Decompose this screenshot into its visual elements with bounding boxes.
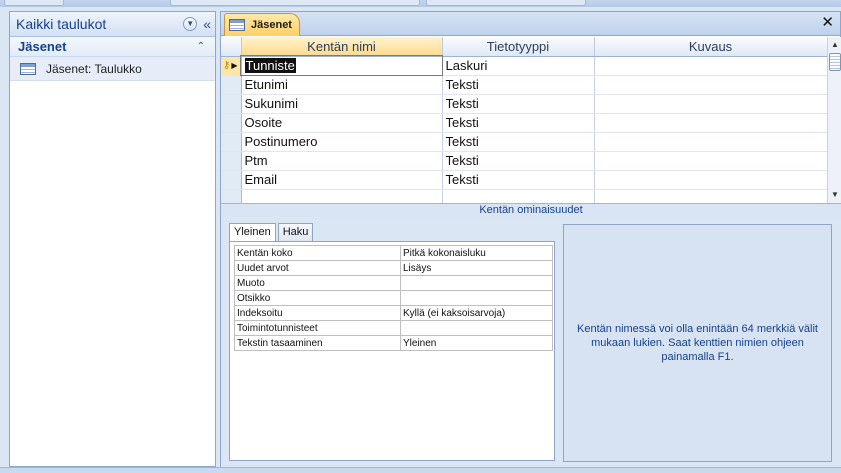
property-help-text: Kentän nimessä voi olla enintään 64 merk… [577,323,818,363]
description-cell[interactable] [594,113,828,133]
description-cell[interactable] [594,56,828,76]
scroll-thumb[interactable] [829,53,841,71]
row-selector[interactable] [221,151,242,171]
document-tab-bar: Jäsenet ✕ [221,12,840,36]
scroll-up-icon[interactable]: ▲ [828,39,841,51]
select-all-corner[interactable] [221,37,242,57]
table-icon [20,62,36,75]
property-row[interactable]: Toimintotunnisteet [234,320,553,336]
field-properties-title: Kentän ominaisuudet [221,203,841,217]
ribbon-fragment [426,0,586,6]
data-type-cell[interactable]: Teksti [442,94,595,114]
field-name-cell[interactable]: Postinumero [241,132,443,152]
double-chevron-left-icon[interactable]: « [203,17,211,31]
nav-group-header[interactable]: Jäsenet ⌃ [10,37,215,57]
field-name-cell[interactable]: Email [241,170,443,190]
description-cell[interactable] [594,151,828,171]
properties-table: Kentän koko Pitkä kokonaisluku Uudet arvo… [234,245,553,351]
grid-vertical-scrollbar[interactable]: ▲ ▼ [827,37,841,203]
document-tab-jasenet[interactable]: Jäsenet [224,13,300,36]
property-label: Indeksoitu [234,305,401,321]
description-cell[interactable] [594,132,828,152]
property-row[interactable]: Indeksoitu Kyllä (ei kaksoisarvoja) [234,305,553,321]
property-value[interactable]: Yleinen [400,335,553,351]
table-row[interactable]: Osoite Teksti [221,113,828,133]
nav-item-jasenet-table[interactable]: Jäsenet: Taulukko [10,57,215,81]
field-design-grid: Kentän nimi Tietotyyppi Kuvaus ⚷ ▶ Tunnis… [221,37,828,209]
property-label: Uudet arvot [234,260,401,276]
table-row[interactable]: Sukunimi Teksti [221,94,828,114]
column-header-field-name[interactable]: Kentän nimi [241,37,443,57]
document-tab-label: Jäsenet [251,19,292,31]
field-name-cell[interactable]: Osoite [241,113,443,133]
key-icon: ⚷ [223,60,231,71]
property-label: Muoto [234,275,401,291]
data-type-cell[interactable]: Laskuri [442,56,595,76]
data-type-cell[interactable]: Teksti [442,75,595,95]
description-cell[interactable] [594,94,828,114]
property-row[interactable]: Otsikko [234,290,553,306]
table-icon [229,19,245,31]
nav-title[interactable]: Kaikki taulukot [16,16,106,32]
nav-header[interactable]: Kaikki taulukot ▼ « [10,12,215,37]
table-row[interactable]: Email Teksti [221,170,828,190]
field-name-cell[interactable]: Etunimi [241,75,443,95]
data-type-cell[interactable]: Teksti [442,170,595,190]
properties-tabs: Yleinen Haku [229,223,314,243]
property-label: Kentän koko [234,245,401,261]
property-help-box: Kentän nimessä voi olla enintään 64 merk… [563,224,832,462]
property-label: Tekstin tasaaminen [234,335,401,351]
property-value[interactable] [400,320,553,336]
description-cell[interactable] [594,170,828,190]
field-name-cell[interactable]: Sukunimi [241,94,443,114]
property-value[interactable] [400,290,553,306]
row-selector[interactable] [221,75,242,95]
property-value[interactable]: Lisäys [400,260,553,276]
property-label: Toimintotunnisteet [234,320,401,336]
property-row[interactable]: Tekstin tasaaminen Yleinen [234,335,553,351]
row-selector[interactable] [221,113,242,133]
scroll-down-icon[interactable]: ▼ [828,189,841,201]
description-cell[interactable] [594,75,828,95]
field-properties-section: Yleinen Haku Kentän koko Pitkä kokonaislu… [221,217,841,467]
column-header-data-type[interactable]: Tietotyyppi [442,37,595,57]
current-row-arrow-icon: ▶ [231,61,238,70]
property-value[interactable] [400,275,553,291]
property-value[interactable]: Pitkä kokonaisluku [400,245,553,261]
chevron-down-icon[interactable]: ▼ [183,17,198,31]
column-header-description[interactable]: Kuvaus [594,37,828,57]
nav-group-title: Jäsenet [18,39,67,54]
table-row[interactable]: Postinumero Teksti [221,132,828,152]
close-icon[interactable]: ✕ [821,15,834,31]
double-chevron-up-icon[interactable]: ⌃ [197,41,205,52]
navigation-pane: Kaikki taulukot ▼ « Jäsenet ⌃ Jäsenet: T… [9,11,216,467]
status-bar-edge [0,467,841,473]
tab-haku[interactable]: Haku [277,223,314,242]
property-row[interactable]: Uudet arvot Lisäys [234,260,553,276]
field-name-cell[interactable]: Tunniste [240,55,443,76]
ribbon-fragment [4,0,64,6]
row-selector[interactable]: ⚷ ▶ [221,56,242,76]
data-type-cell[interactable]: Teksti [442,151,595,171]
table-row[interactable]: ⚷ ▶ Tunniste Laskuri [221,55,828,76]
row-selector[interactable] [221,132,242,152]
row-selector[interactable] [221,170,242,190]
table-row[interactable]: Etunimi Teksti [221,75,828,95]
document-window: Jäsenet ✕ Kentän nimi Tietotyyppi Kuvaus… [220,11,841,467]
property-value[interactable]: Kyllä (ei kaksoisarvoja) [400,305,553,321]
ribbon-strip [0,0,841,7]
tab-yleinen[interactable]: Yleinen [229,223,276,243]
field-name-text: Tunniste [244,58,296,73]
property-label: Otsikko [234,290,401,306]
row-selector[interactable] [221,94,242,114]
data-type-cell[interactable]: Teksti [442,113,595,133]
nav-item-label: Jäsenet: Taulukko [46,61,142,76]
table-row[interactable]: Ptm Teksti [221,151,828,171]
data-type-cell[interactable]: Teksti [442,132,595,152]
property-row[interactable]: Muoto [234,275,553,291]
properties-panel: Kentän koko Pitkä kokonaisluku Uudet arvo… [229,241,555,461]
ribbon-fragment [170,0,420,6]
field-name-cell[interactable]: Ptm [241,151,443,171]
property-row[interactable]: Kentän koko Pitkä kokonaisluku [234,245,553,261]
